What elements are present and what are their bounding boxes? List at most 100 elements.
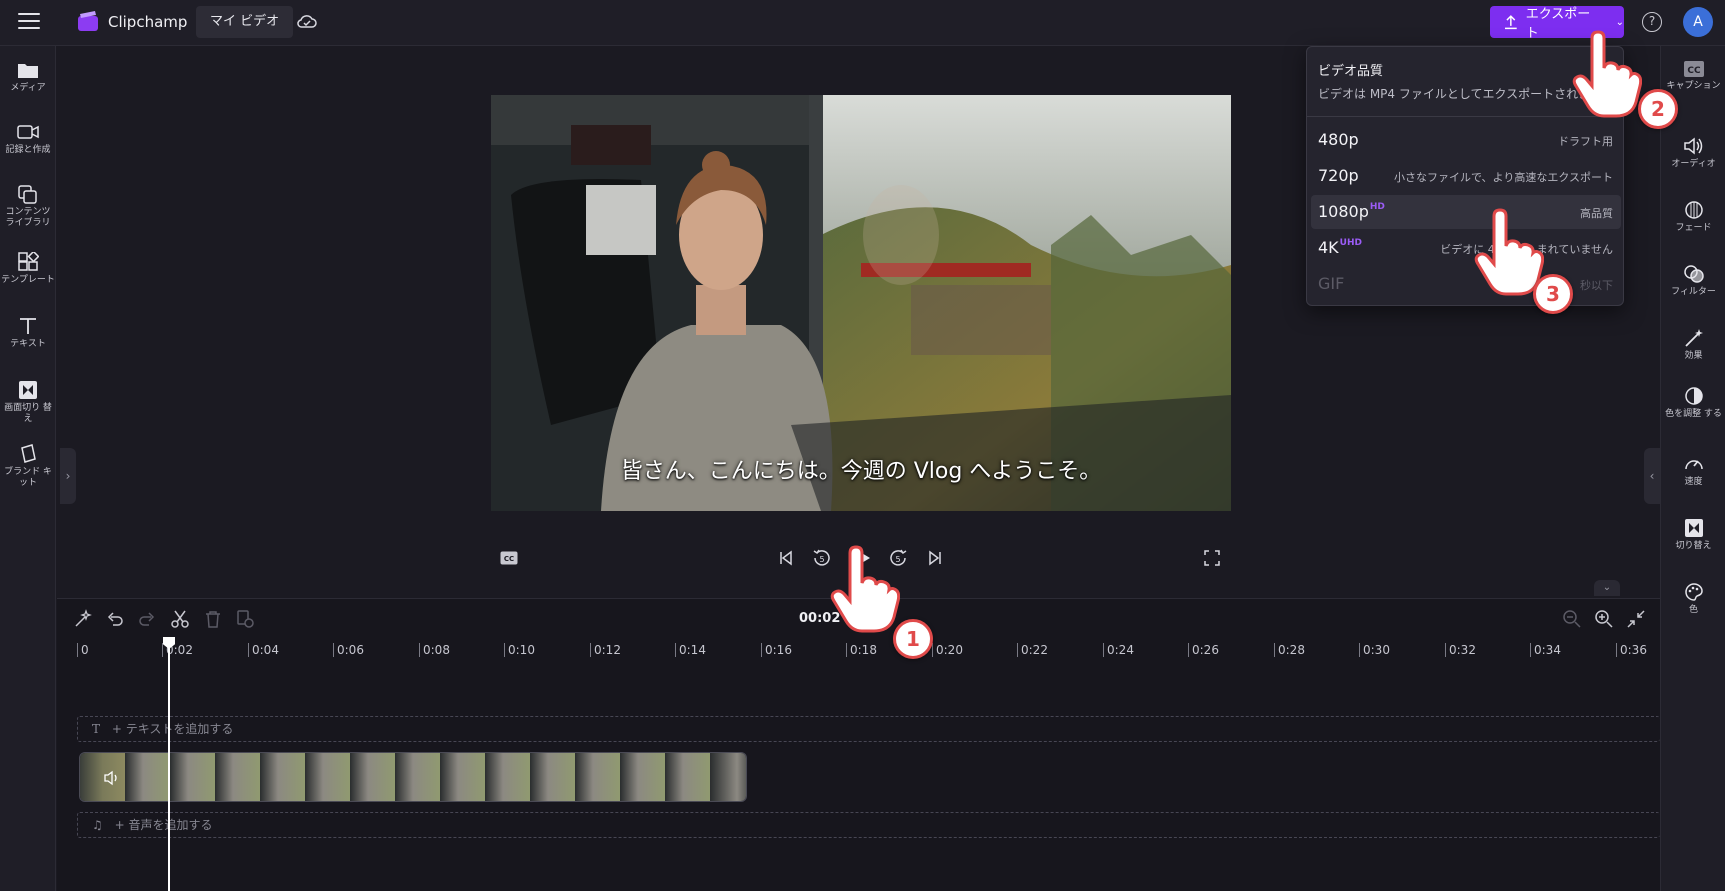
left-sidebar: メディア 記録と作成 コンテンツ ライブラリ テンプレート テキスト 画面切り … (0, 46, 56, 891)
export-option-resolution: 1080pHD (1318, 202, 1385, 221)
skip-forward-icon (929, 550, 941, 566)
sidebar-label: 切り替え (1675, 541, 1712, 551)
sidebar-item-audio[interactable]: オーディオ (1661, 136, 1725, 170)
skip-to-end-button[interactable] (923, 546, 947, 570)
left-panel-expand-button[interactable]: › (60, 448, 76, 504)
trash-icon[interactable] (203, 609, 223, 629)
clip-thumbnail (620, 753, 665, 801)
export-option-720p[interactable]: 720p 小さなファイルで、より高速なエクスポート (1311, 159, 1621, 193)
hd-badge: HD (1369, 202, 1385, 212)
hand-pointer-icon (1474, 208, 1544, 296)
svg-text:5: 5 (819, 555, 824, 564)
resolution-label: 480p (1318, 130, 1359, 149)
resolution-label: 1080p (1318, 202, 1369, 221)
sidebar-label: テンプレート (1, 275, 55, 285)
add-audio-label: + 音声を追加する (114, 818, 213, 832)
text-track-icon: T (92, 722, 101, 736)
ruler-label: 0:30 (1359, 643, 1390, 657)
zoom-in-icon[interactable] (1594, 609, 1614, 629)
palette-icon (1684, 583, 1703, 601)
magic-icon[interactable] (73, 609, 93, 629)
sidebar-item-media[interactable]: メディア (0, 60, 56, 94)
zoom-out-icon[interactable] (1562, 609, 1582, 629)
fade-icon (1684, 201, 1703, 219)
add-text-label: + テキストを追加する (111, 722, 234, 736)
scissors-icon[interactable] (170, 609, 190, 629)
skip-to-start-button[interactable] (774, 546, 798, 570)
duplicate-icon[interactable] (235, 609, 255, 629)
magic-wand-icon (1684, 329, 1703, 347)
help-icon[interactable]: ? (1642, 12, 1662, 32)
fit-timeline-icon[interactable] (1626, 609, 1646, 629)
menu-icon[interactable] (18, 13, 40, 31)
fullscreen-icon (1204, 550, 1220, 566)
sidebar-item-brand-kit[interactable]: ブランド キット (0, 444, 56, 489)
upload-icon (1504, 15, 1517, 30)
export-option-4k[interactable]: 4KUHD ビデオに 4K × まれていません (1311, 231, 1621, 265)
cloud-sync-icon[interactable] (296, 12, 318, 32)
video-frame-image (491, 95, 1231, 511)
captions-toggle-button[interactable]: CC (497, 546, 521, 570)
rewind-icon: 5 (813, 549, 830, 566)
chevron-down-icon: ⌄ (1615, 16, 1624, 28)
redo-icon[interactable] (137, 609, 157, 629)
sidebar-item-transitions[interactable]: 切り替え (1661, 518, 1725, 552)
clip-thumbnail (305, 753, 350, 801)
sidebar-label: フィルター (1671, 287, 1716, 297)
add-text-track[interactable]: T + テキストを追加する (77, 716, 1660, 742)
hand-pointer-icon (1572, 30, 1642, 118)
fullscreen-button[interactable] (1200, 546, 1224, 570)
clip-thumbnail (530, 753, 575, 801)
sidebar-item-effects[interactable]: 効果 (1661, 328, 1725, 362)
video-subtitle: 皆さん、こんにちは。今週の Vlog へようこそ。 (620, 459, 1102, 484)
timeline-ruler[interactable]: 0 0:02 0:04 0:06 0:08 0:10 0:12 0:14 0:1… (57, 639, 1660, 661)
library-icon (18, 185, 37, 204)
sidebar-item-content-library[interactable]: コンテンツ ライブラリ (0, 184, 56, 229)
sidebar-item-color[interactable]: 色 (1661, 582, 1725, 616)
uhd-badge: UHD (1339, 238, 1362, 248)
video-preview[interactable]: 皆さん、こんにちは。今週の Vlog へようこそ。 (491, 95, 1231, 511)
sidebar-label: キャプション (1666, 81, 1721, 91)
speedometer-icon (1684, 460, 1703, 470)
add-audio-track[interactable]: ♫ + 音声を追加する (77, 812, 1660, 838)
svg-text:CC: CC (1687, 66, 1701, 76)
sidebar-item-speed[interactable]: 速度 (1661, 454, 1725, 488)
avatar[interactable]: A (1683, 7, 1713, 37)
ruler-label: 0 (77, 643, 89, 657)
export-option-480p[interactable]: 480p ドラフト用 (1311, 123, 1621, 157)
sidebar-item-transitions[interactable]: 画面切り 替え (0, 380, 56, 425)
playhead[interactable] (168, 639, 170, 891)
sidebar-item-captions[interactable]: CC キャプション (1661, 60, 1725, 92)
filter-icon (1683, 265, 1704, 283)
sidebar-item-templates[interactable]: テンプレート (0, 252, 56, 286)
text-icon (20, 318, 36, 334)
my-video-button[interactable]: マイ ビデオ (196, 6, 294, 38)
sidebar-item-text[interactable]: テキスト (0, 316, 56, 350)
ruler-label: 0:18 (846, 643, 877, 657)
ruler-label: 0:12 (590, 643, 621, 657)
resolution-label: GIF (1318, 274, 1345, 293)
sidebar-item-fade[interactable]: フェード (1661, 200, 1725, 234)
ruler-label: 0:16 (761, 643, 792, 657)
sidebar-item-filters[interactable]: フィルター (1661, 264, 1725, 298)
clip-thumbnail (575, 753, 620, 801)
clip-thumbnail (665, 753, 710, 801)
music-note-icon: ♫ (92, 818, 103, 832)
sidebar-item-record[interactable]: 記録と作成 (0, 122, 56, 156)
export-option-gif[interactable]: GIF 秒以下 (1311, 267, 1621, 301)
clip-thumbnail (260, 753, 305, 801)
export-option-description: ドラフト用 (1558, 135, 1613, 148)
sidebar-label: ブランド キット (4, 467, 52, 488)
undo-icon[interactable] (105, 609, 125, 629)
export-option-resolution: 4KUHD (1318, 238, 1362, 257)
video-clip[interactable] (79, 752, 747, 802)
ruler-label: 0:10 (504, 643, 535, 657)
ruler-label: 0:08 (419, 643, 450, 657)
right-sidebar: CC キャプション オーディオ フェード フィルター 効果 色を調整 する 速度… (1660, 46, 1725, 891)
sidebar-label: オーディオ (1671, 159, 1716, 169)
right-panel-collapse-button[interactable]: ‹ (1644, 448, 1660, 504)
sidebar-item-adjust-color[interactable]: 色を調整 する (1661, 386, 1725, 420)
collapse-preview-button[interactable]: ⌄ (1594, 580, 1620, 596)
export-option-description: 秒以下 (1580, 279, 1613, 292)
export-option-1080p[interactable]: 1080pHD 高品質 (1311, 195, 1621, 229)
